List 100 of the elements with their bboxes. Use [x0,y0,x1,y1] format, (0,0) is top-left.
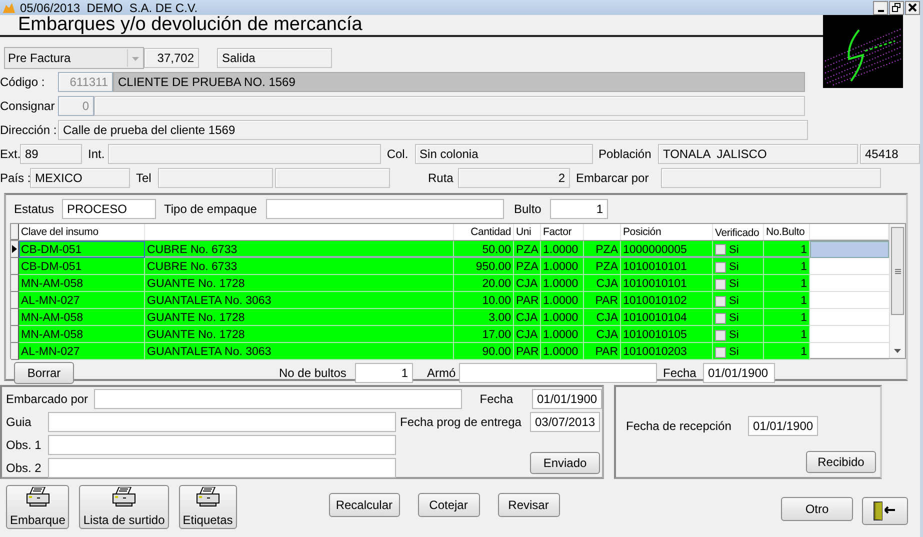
table-cell: 1 [764,241,810,258]
restore-button[interactable] [889,0,904,14]
shipped-by-label: Embarcado por [6,392,90,406]
table-row[interactable]: MN-AM-058 GUANTE No. 1728 20.00 CJA 1.0000 CJA 1010010101 Si 1 [11,275,889,292]
action-button[interactable]: Cotejar [418,493,480,517]
close-button[interactable] [905,0,920,14]
table-cell: CJA [584,309,621,326]
table-cell: CJA [514,275,541,292]
table-cell: 1010010101 [621,275,713,292]
table-cell: 1 [764,292,810,309]
table-cell: CUBRE No. 6733 [145,241,454,258]
date-field[interactable]: 01/01/1900 [532,389,602,409]
row-header[interactable] [11,241,19,258]
delivery-date-field[interactable]: 03/07/2013 [530,412,600,432]
address-field: Calle de prueba del cliente 1569 [58,120,808,140]
date-field[interactable]: 01/01/1900 [703,363,775,383]
date-label: Fecha [480,392,514,406]
table-cell: PAR [584,343,621,360]
phone-label: Tel [136,171,152,185]
packed-by-field[interactable] [459,363,657,383]
close-icon [908,3,917,12]
reception-date-field[interactable]: 01/01/1900 [748,416,818,436]
table-cell: GUANTE No. 1728 [145,326,454,343]
scrollbar[interactable] [889,224,905,358]
table-cell: PZA [514,241,541,258]
table-cell: 1.0000 [541,241,584,258]
table-row[interactable]: MN-AM-058 GUANTE No. 1728 3.00 CJA 1.0000 CJA 1010010104 Si 1 [11,309,889,326]
minimize-button[interactable] [873,0,888,14]
row-header[interactable] [11,275,19,292]
verified-checkbox[interactable] [715,296,726,306]
app-icon [2,2,16,14]
bundles-field[interactable]: 1 [355,363,413,383]
code-label: Código : [0,75,46,89]
table-row[interactable]: AL-MN-027 GUANTALETA No. 3063 10.00 PAR 1.0000 PAR 1010010102 Si 1 [11,292,889,309]
checkbox-label: Si [729,242,739,256]
folio-field: 37,702 [144,48,199,68]
table-cell: GUANTE No. 1728 [145,275,454,292]
packing-type-label: Tipo de empaque [164,202,258,216]
table-cell: PAR [514,292,541,309]
observation-field[interactable] [48,435,396,455]
bundles-label: No de bultos [279,366,348,380]
action-button[interactable]: Recalcular [328,493,400,517]
delivery-date-label: Fecha prog de entrega [400,415,522,429]
guide-label: Guia [6,415,32,429]
verified-checkbox[interactable] [715,262,726,272]
int-label: Int. [88,147,106,161]
column-header[interactable]: Posición [621,224,713,240]
received-button[interactable]: Recibido [806,451,876,473]
print-button[interactable]: Etiquetas [178,485,237,529]
row-header[interactable] [11,258,19,275]
sent-button[interactable]: Enviado [530,452,600,474]
printer-icon [111,487,138,507]
document-type-dropdown[interactable]: Pre Factura [4,47,144,69]
table-cell: 1000000005 [621,241,713,258]
scroll-thumb[interactable] [891,227,904,315]
table-cell: PAR [514,343,541,360]
table-cell: PAR [584,292,621,309]
table-cell: 1010010203 [621,343,713,360]
table-cell: 1.0000 [541,292,584,309]
column-header[interactable]: No.Bulto [764,224,810,240]
table-cell: 50.00 [454,241,514,258]
table-cell: 1.0000 [541,275,584,292]
table-row[interactable]: AL-MN-027 GUANTALETA No. 3063 90.00 PAR 1.0000 PAR 1010010203 Si 1 [11,343,889,360]
column-header[interactable]: Verificado [713,224,764,240]
verified-checkbox[interactable] [715,330,726,340]
table-cell: 90.00 [454,343,514,360]
verified-checkbox[interactable] [715,244,726,255]
bundle-field[interactable]: 1 [550,199,608,219]
action-button[interactable]: Revisar [498,493,560,517]
address-label: Dirección : [0,123,58,137]
print-button[interactable]: Embarque [6,485,70,529]
column-header[interactable]: Uni [514,224,541,240]
table-cell: CJA [514,326,541,343]
row-header[interactable] [11,343,19,360]
delete-button[interactable]: Borrar [14,362,74,384]
status-field[interactable]: PROCESO [62,199,156,219]
zip-field: 45418 [860,144,920,164]
shipped-by-field[interactable] [94,389,462,409]
observation-field[interactable] [48,458,396,478]
verified-checkbox[interactable] [715,278,726,290]
other-button[interactable]: Otro [781,497,853,521]
restore-icon [892,3,901,12]
verified-checkbox[interactable] [715,312,726,324]
row-header[interactable] [11,309,19,326]
print-button[interactable]: Lista de surtido [79,485,169,529]
table-row[interactable]: MN-AM-058 GUANTE No. 1728 17.00 CJA 1.0000 CJA 1010010105 Si 1 [11,326,889,343]
row-header[interactable] [11,326,19,343]
exit-button[interactable] [862,497,908,525]
column-header[interactable] [810,224,889,240]
packing-type-field[interactable] [266,199,504,219]
table-cell: PZA [514,258,541,275]
verified-checkbox[interactable] [715,346,726,358]
checkbox-label: Si [729,260,739,274]
column-header[interactable]: Factor [541,224,584,240]
column-header[interactable]: Clave del insumo [19,224,145,240]
row-header[interactable] [11,292,19,309]
table-row[interactable]: CB-DM-051 CUBRE No. 6733 50.00 PZA 1.0000 PZA 1000000005 Si 1 [11,241,889,258]
table-row[interactable]: CB-DM-051 CUBRE No. 6733 950.00 PZA 1.0000 PZA 1010010101 Si 1 [11,258,889,275]
guide-field[interactable] [48,412,396,432]
status-label: Estatus [14,202,56,216]
